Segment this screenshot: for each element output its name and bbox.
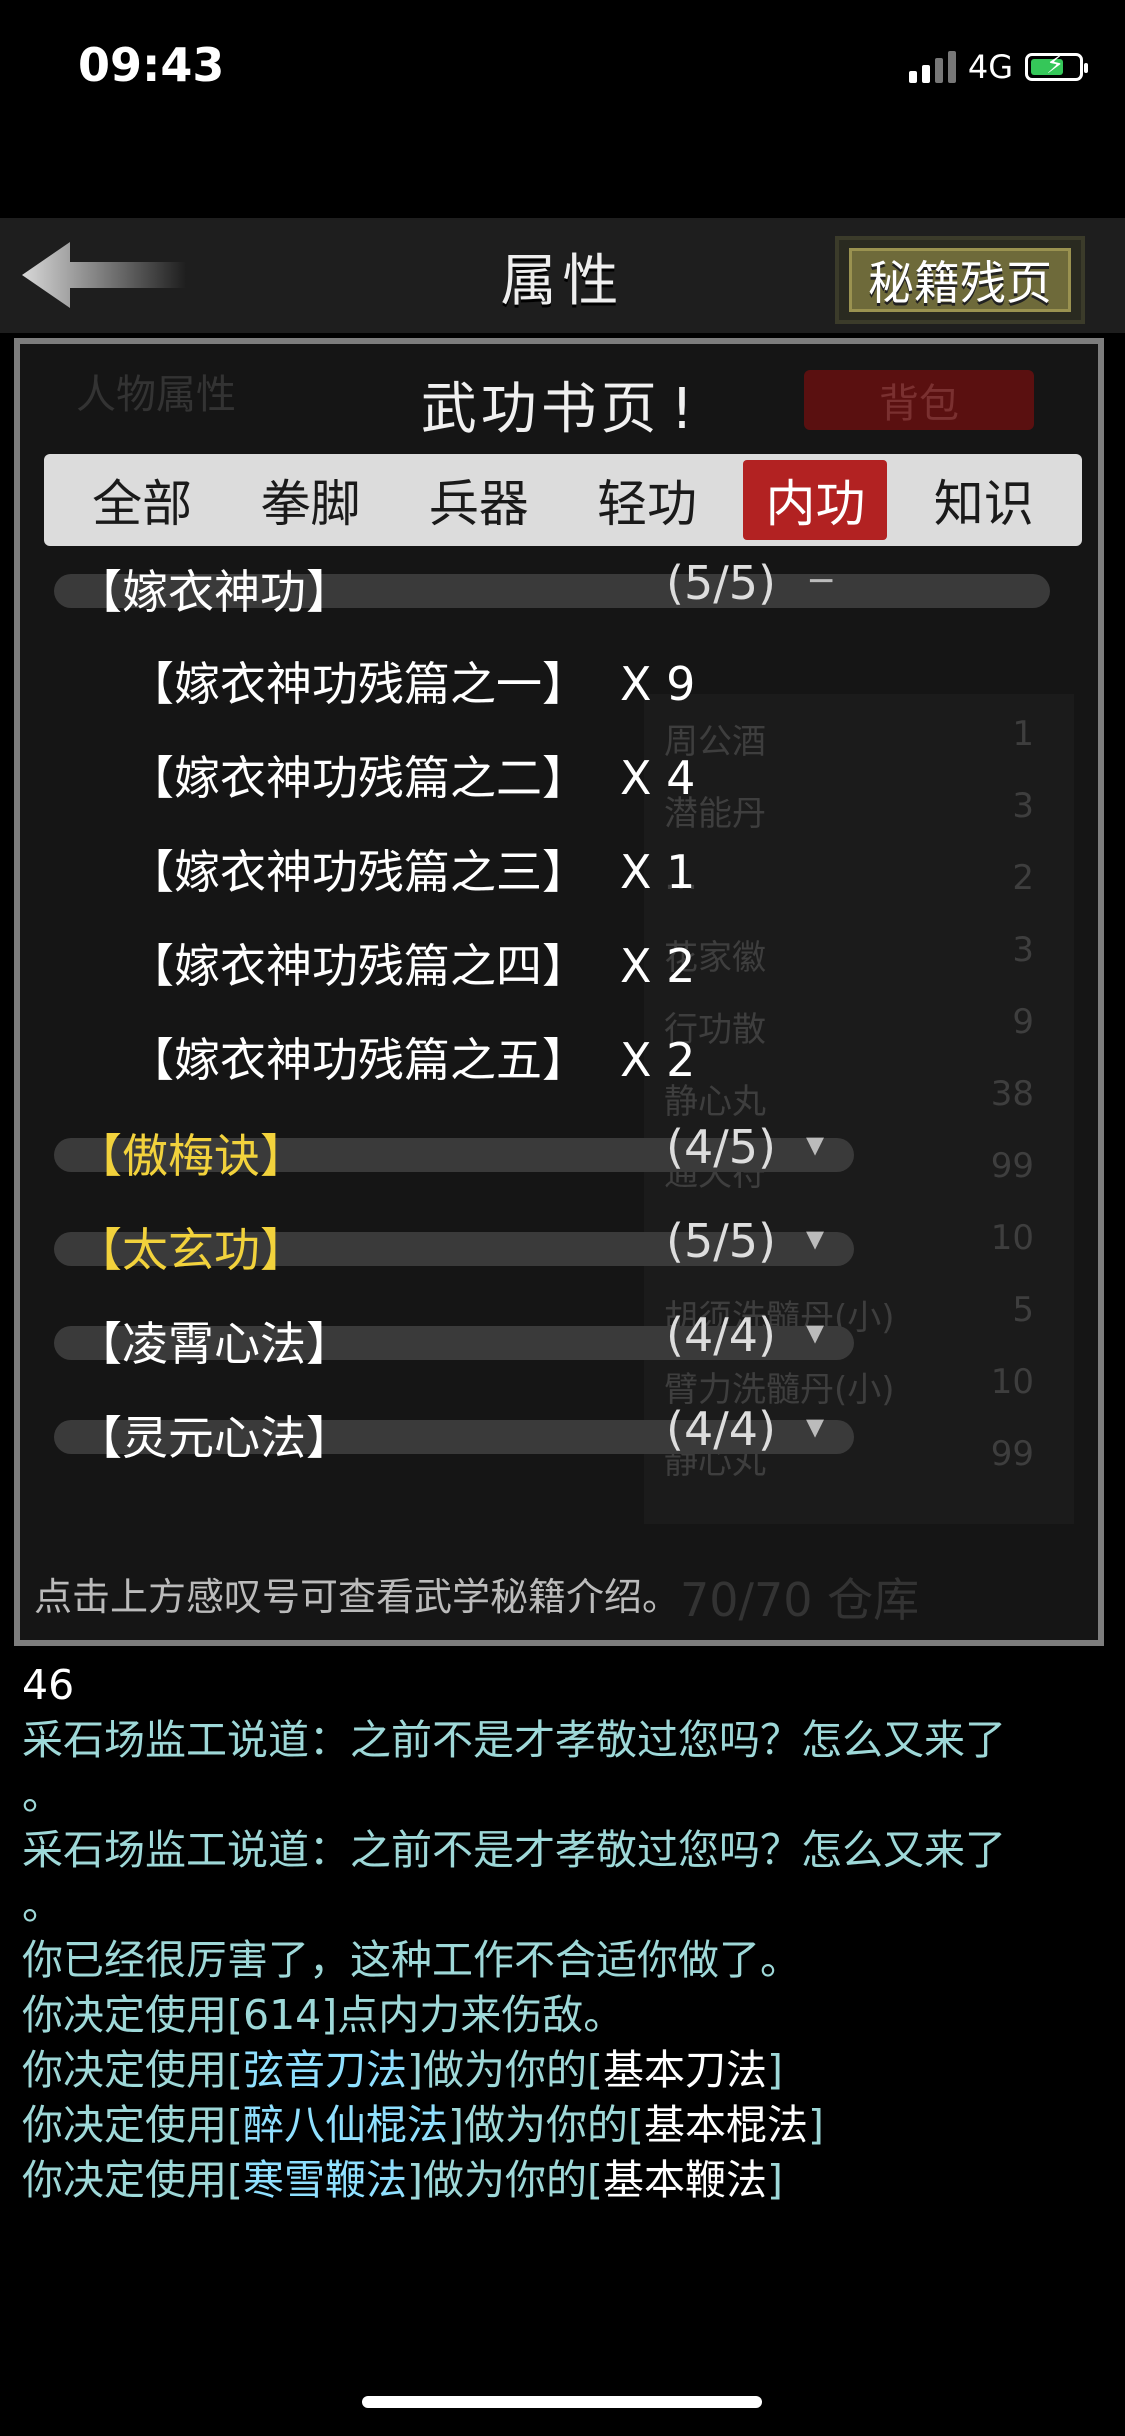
panel-title: 武功书页! (420, 377, 698, 442)
tab-internal[interactable]: 内功 (743, 460, 888, 540)
fragment-item: 【嫁衣神功残篇之三】 X 1 (128, 845, 696, 899)
fragments-button[interactable]: 秘籍残页 (835, 236, 1085, 324)
tab-weapon[interactable]: 兵器 (407, 460, 551, 540)
message-log: 46 采石场监工说道：之前不是才孝敬过您吗？怎么又来了 。 采石场监工说道：之前… (22, 1658, 1112, 2208)
group-name[interactable]: 【凌霄心法】 (76, 1308, 352, 1374)
bg-item-row: … 2 (664, 858, 1034, 898)
bg-item-row: 周公酒 1 (664, 714, 1034, 762)
fragments-button-label: 秘籍残页 (849, 248, 1071, 312)
group-count: (4/5) (666, 1120, 776, 1174)
bg-item-row: 行功散 9 (664, 1002, 1034, 1050)
bg-storage: 70/70 仓库 (680, 1573, 920, 1627)
status-indicators: 4G ⚡ (908, 48, 1088, 86)
log-skill-choice: 你决定使用[醉八仙棍法]做为你的[基本棍法] (22, 2101, 824, 2149)
exclamation-icon[interactable]: ! (671, 377, 697, 442)
fragment-item: 【嫁衣神功残篇之二】 X 4 (128, 751, 696, 805)
group-count: (4/4) (666, 1308, 776, 1362)
fragment-item: 【嫁衣神功残篇之四】 X 2 (128, 939, 696, 993)
group-count: (5/5) (666, 556, 776, 610)
tab-knowledge[interactable]: 知识 (912, 460, 1056, 540)
group-name[interactable]: 【太玄功】 (76, 1214, 306, 1280)
status-time: 09:43 (78, 38, 225, 92)
category-tabs: 全部 拳脚 兵器 轻功 内功 知识 (44, 454, 1082, 546)
group-count: (4/4) (666, 1402, 776, 1456)
bg-item-list: 周公酒 1 潜能丹 3 … 2 花家徽 3 行功散 9 静心丸 38 通天符 99 10 胡须… (644, 694, 1074, 1524)
tab-lightness[interactable]: 轻功 (575, 460, 719, 540)
home-indicator[interactable] (362, 2396, 762, 2408)
group-name[interactable]: 【嫁衣神功】 (76, 556, 352, 622)
chevron-down-icon[interactable]: ▾ (806, 1124, 824, 1165)
header-bar: 属性 秘籍残页 (0, 218, 1125, 333)
bg-item-row: 潜能丹 3 (664, 786, 1034, 834)
fragment-item: 【嫁衣神功残篇之五】 X 2 (128, 1033, 696, 1087)
log-line: 。 (22, 1771, 63, 1819)
log-line: 你已经很厉害了，这种工作不合适你做了。 (22, 1936, 801, 1984)
log-line: 采石场监工说道：之前不是才孝敬过您吗？怎么又来了 (22, 1716, 1006, 1764)
fragment-item: 【嫁衣神功残篇之一】 X 9 (128, 657, 696, 711)
martial-pages-panel: 人物属性 背包 周公酒 1 潜能丹 3 … 2 花家徽 3 行功散 9 静心丸 38 通天符… (14, 338, 1104, 1646)
network-label: 4G (967, 48, 1013, 86)
group-name[interactable]: 【灵元心法】 (76, 1402, 352, 1468)
log-line: 你决定使用[614]点内力来伤敌。 (22, 1991, 625, 2039)
group-count: (5/5) (666, 1214, 776, 1268)
group-name[interactable]: 【傲梅诀】 (76, 1120, 306, 1186)
log-skill-choice: 你决定使用[弦音刀法]做为你的[基本刀法] (22, 2046, 783, 2094)
chevron-down-icon[interactable]: ▾ (806, 1406, 824, 1447)
collapse-icon[interactable]: − (806, 560, 836, 601)
tab-fist[interactable]: 拳脚 (238, 460, 382, 540)
chevron-down-icon[interactable]: ▾ (806, 1312, 824, 1353)
signal-icon (908, 51, 956, 83)
battery-icon: ⚡ (1025, 50, 1088, 81)
panel-hint: 点击上方感叹号可查看武学秘籍介绍。 (34, 1575, 681, 1619)
tab-all[interactable]: 全部 (70, 460, 214, 540)
bg-item-row: 静心丸 38 (664, 1074, 1034, 1122)
log-skill-choice: 你决定使用[寒雪鞭法]做为你的[基本鞭法] (22, 2156, 783, 2204)
bg-item-row: 花家徽 3 (664, 930, 1034, 978)
log-line: 。 (22, 1881, 63, 1929)
chevron-down-icon[interactable]: ▾ (806, 1218, 824, 1259)
log-number: 46 (22, 1661, 75, 1709)
log-line: 采石场监工说道：之前不是才孝敬过您吗？怎么又来了 (22, 1826, 1006, 1874)
